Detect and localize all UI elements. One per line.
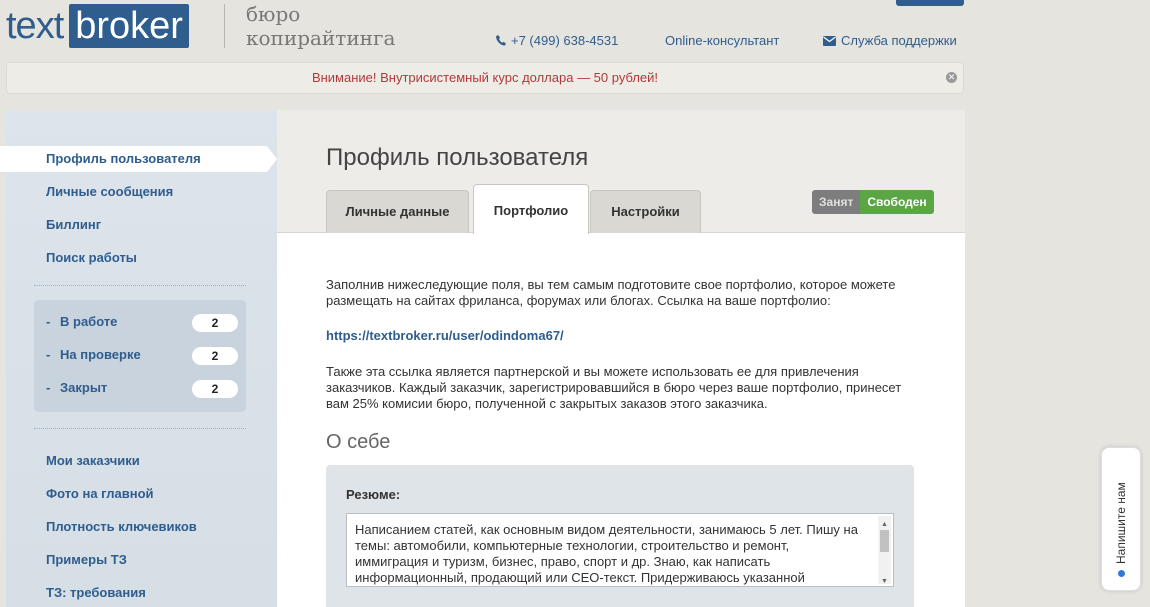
status-free[interactable]: Свободен <box>860 190 934 214</box>
resume-textarea[interactable]: Написанием статей, как основным видом де… <box>346 513 894 587</box>
partner-line: Также эта ссылка является партнерской и … <box>326 364 859 379</box>
sidebar-item-messages[interactable]: Личные сообщения <box>46 184 173 199</box>
sidebar-item-my-clients[interactable]: Мои заказчики <box>46 453 140 468</box>
phone-number: +7 (499) 638-4531 <box>511 33 619 48</box>
sidebar-item-profile[interactable]: Профиль пользователя <box>46 151 201 166</box>
sidebar-item-photo[interactable]: Фото на главной <box>46 486 154 501</box>
stat-label: В работе <box>60 314 118 329</box>
sidebar-item-billing[interactable]: Биллинг <box>46 217 101 232</box>
stat-label: Закрыт <box>60 380 108 395</box>
phone-icon <box>496 35 506 46</box>
feedback-label: Напишите нам <box>1114 482 1128 564</box>
scroll-down-icon[interactable]: ▼ <box>881 574 888 586</box>
scroll-thumb[interactable] <box>880 530 889 552</box>
availability-toggle[interactable]: Занят Свободен <box>812 190 934 214</box>
divider <box>34 428 246 429</box>
close-icon[interactable]: ✕ <box>946 72 957 83</box>
portfolio-link[interactable]: https://textbroker.ru/user/odindoma67/ <box>326 328 564 343</box>
top-login-button[interactable] <box>896 0 964 6</box>
about-title: О себе <box>326 431 391 453</box>
sidebar: Профиль пользователя Личные сообщения Би… <box>0 110 277 607</box>
tagline: бюро копирайтинга <box>246 2 395 50</box>
resume-section: Резюме: Написанием статей, как основным … <box>326 465 914 607</box>
online-consultant-label: Online-консультант <box>665 33 780 48</box>
sidebar-item-tz-requirements[interactable]: ТЗ: требования <box>46 585 146 600</box>
sidebar-item-keyword-density[interactable]: Плотность ключевиков <box>46 519 197 534</box>
stat-dash: - <box>46 347 51 362</box>
online-consultant-link[interactable]: Online-консультант <box>665 33 779 48</box>
tab-portfolio[interactable]: Портфолио <box>473 184 589 234</box>
status-busy[interactable]: Занят <box>812 190 861 214</box>
stat-dash: - <box>46 314 51 329</box>
textbroker-logo[interactable]: text broker <box>6 4 189 48</box>
stat-on-review[interactable]: - На проверке 2 <box>46 346 238 366</box>
stat-label: На проверке <box>60 347 141 362</box>
resume-text: Написанием статей, как основным видом де… <box>355 522 858 585</box>
intro-line: Заполнив нижеследующие поля, вы тем самы… <box>326 277 896 292</box>
divider <box>34 285 246 286</box>
logo-text: text <box>6 4 64 47</box>
page-title: Профиль пользователя <box>326 144 589 171</box>
feedback-widget[interactable]: Напишите нам <box>1101 447 1141 591</box>
notice-text: Внимание! Внутрисистемный курс доллара —… <box>311 70 659 85</box>
stat-count: 2 <box>192 380 238 398</box>
resume-label: Резюме: <box>346 487 401 502</box>
main-content: Профиль пользователя Личные данные Портф… <box>277 110 965 607</box>
currency-notice: Внимание! Внутрисистемный курс доллара —… <box>6 62 964 94</box>
sidebar-item-job-search[interactable]: Поиск работы <box>46 250 137 265</box>
intro-text: Заполнив нижеследующие поля, вы тем самы… <box>326 277 916 309</box>
tagline-line2: копирайтинга <box>246 26 396 50</box>
stat-count: 2 <box>192 347 238 365</box>
logo-divider <box>224 4 225 48</box>
envelope-icon <box>823 35 836 46</box>
tab-personal-data[interactable]: Личные данные <box>326 190 469 233</box>
stat-dash: - <box>46 380 51 395</box>
support-label: Служба поддержки <box>841 33 957 48</box>
profile-header: Профиль пользователя Личные данные Портф… <box>277 110 965 234</box>
phone-link[interactable]: +7 (499) 638-4531 <box>496 33 618 48</box>
intro-line: размещать на сайтах фриланса, форумах ил… <box>326 293 831 308</box>
tagline-line1: бюро <box>246 2 301 26</box>
order-stats: - В работе 2 - На проверке 2 - Закрыт 2 <box>34 300 246 412</box>
stat-in-progress[interactable]: - В работе 2 <box>46 313 238 333</box>
partner-line: вам 25% комисии бюро, полученной с закры… <box>326 396 768 411</box>
resume-scrollbar[interactable]: ▲ ▼ <box>878 516 891 586</box>
support-link[interactable]: Служба поддержки <box>823 33 957 48</box>
partner-text: Также эта ссылка является партнерской и … <box>326 364 916 412</box>
stat-count: 2 <box>192 314 238 332</box>
tab-settings[interactable]: Настройки <box>590 190 701 233</box>
status-dot-icon <box>1118 570 1125 577</box>
partner-line: заказчиков. Каждый заказчик, зарегистрир… <box>326 380 902 395</box>
stat-closed[interactable]: - Закрыт 2 <box>46 379 238 399</box>
sidebar-item-tz-examples[interactable]: Примеры ТЗ <box>46 552 127 567</box>
logo-box: broker <box>69 4 189 48</box>
